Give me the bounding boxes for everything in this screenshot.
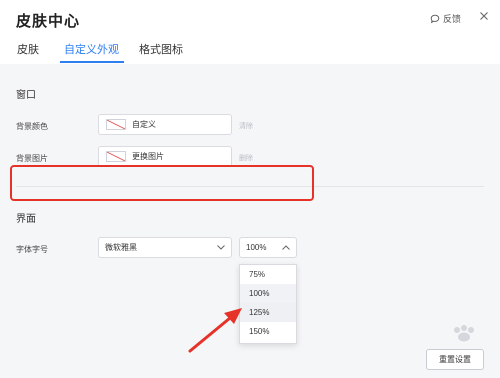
- bg-image-picker[interactable]: 更换图片: [98, 146, 232, 167]
- chevron-down-icon: [217, 245, 225, 250]
- tab-custom-appearance[interactable]: 自定义外观: [64, 41, 119, 57]
- bg-color-value: 自定义: [132, 120, 156, 129]
- baidu-jingyan-watermark: [454, 325, 474, 342]
- feedback-label: 反馈: [443, 14, 462, 24]
- bg-image-delete-link[interactable]: 删除: [239, 153, 253, 163]
- tab-format-icons[interactable]: 格式图标: [139, 41, 183, 57]
- no-image-swatch-icon: [106, 151, 126, 162]
- bg-image-label: 背景图片: [16, 154, 48, 163]
- close-icon: [480, 12, 488, 20]
- font-family-value: 微软雅黑: [105, 243, 137, 252]
- font-size-select[interactable]: 100%: [239, 237, 297, 258]
- bg-color-picker[interactable]: 自定义: [98, 114, 232, 135]
- tab-bar: 皮肤 自定义外观 格式图标: [0, 38, 500, 64]
- no-color-swatch-icon: [106, 119, 126, 130]
- close-button[interactable]: [476, 8, 492, 24]
- dialog-title: 皮肤中心: [16, 13, 81, 30]
- bg-color-label: 背景颜色: [16, 122, 48, 131]
- size-option-125[interactable]: 125%: [240, 303, 296, 322]
- chat-bubble-icon: [430, 14, 440, 23]
- active-tab-indicator: [60, 61, 124, 63]
- font-label: 字体字号: [16, 245, 48, 254]
- size-option-150[interactable]: 150%: [240, 322, 296, 341]
- tab-skin[interactable]: 皮肤: [17, 41, 39, 57]
- bg-image-value: 更换图片: [132, 152, 164, 161]
- font-family-select[interactable]: 微软雅黑: [98, 237, 232, 258]
- font-size-dropdown: 75% 100% 125% 150%: [239, 264, 297, 344]
- size-option-75[interactable]: 75%: [240, 265, 296, 284]
- feedback-button[interactable]: 反馈: [430, 12, 461, 25]
- annotation-highlight-box: [10, 165, 314, 201]
- bg-color-clear-link[interactable]: 清除: [239, 121, 253, 131]
- window-section-title: 窗口: [16, 90, 36, 101]
- font-size-value: 100%: [246, 243, 267, 252]
- chevron-up-icon: [282, 245, 290, 250]
- size-option-100[interactable]: 100%: [240, 284, 296, 303]
- ui-section-title: 界面: [16, 214, 36, 225]
- skin-center-dialog: 皮肤中心 反馈 皮肤 自定义外观 格式图标 窗口 背景颜色 自定义 清除 背景图…: [0, 0, 500, 378]
